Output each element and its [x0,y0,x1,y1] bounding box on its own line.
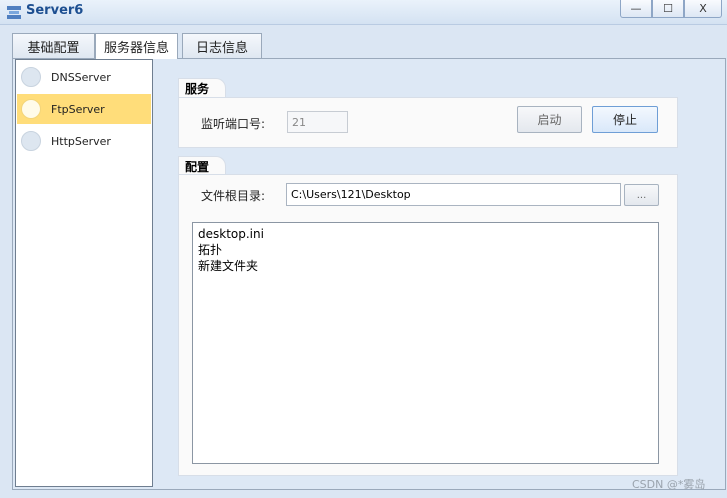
close-icon: X [699,2,707,15]
watermark: CSDN @*雾岛 [632,478,706,491]
window-title: Server6 [26,3,84,18]
server-status-icon [21,67,41,87]
server-status-icon [21,131,41,151]
app-icon [7,6,21,19]
root-dir-label: 文件根目录: [201,189,266,203]
server-item-label: HttpServer [51,134,111,148]
server-item-dns[interactable]: DNSServer [17,62,151,92]
server-item-ftp[interactable]: FtpServer [17,94,151,124]
server-item-http[interactable]: HttpServer [17,126,151,156]
stop-button[interactable]: 停止 [592,106,658,133]
server-list: DNSServer FtpServer HttpServer [15,59,153,487]
file-list-item: desktop.ini [198,227,264,241]
tab-log-info[interactable]: 日志信息 [182,33,262,58]
server-status-icon [21,99,41,119]
close-button[interactable]: X [684,0,722,18]
browse-button[interactable]: ... [624,184,659,206]
maximize-icon: ☐ [663,2,673,15]
minimize-icon: — [630,2,642,15]
tab-server-info[interactable]: 服务器信息 [95,33,178,59]
port-label: 监听端口号: [201,117,266,131]
file-list[interactable]: desktop.ini 拓扑 新建文件夹 [192,222,659,464]
maximize-button[interactable]: ☐ [652,0,684,18]
port-field[interactable]: 21 [287,111,348,133]
minimize-button[interactable]: — [620,0,652,18]
tab-basic-config[interactable]: 基础配置 [12,33,95,58]
file-list-item: 新建文件夹 [198,259,259,273]
title-bar: Server6 — ☐ X [0,0,727,25]
root-dir-field[interactable]: C:\Users\121\Desktop [286,183,621,206]
file-list-item: 拓扑 [198,243,223,257]
service-group-heading: 服务 [178,78,226,99]
server-item-label: DNSServer [51,70,111,84]
start-button[interactable]: 启动 [517,106,582,133]
server-item-label: FtpServer [51,102,105,116]
